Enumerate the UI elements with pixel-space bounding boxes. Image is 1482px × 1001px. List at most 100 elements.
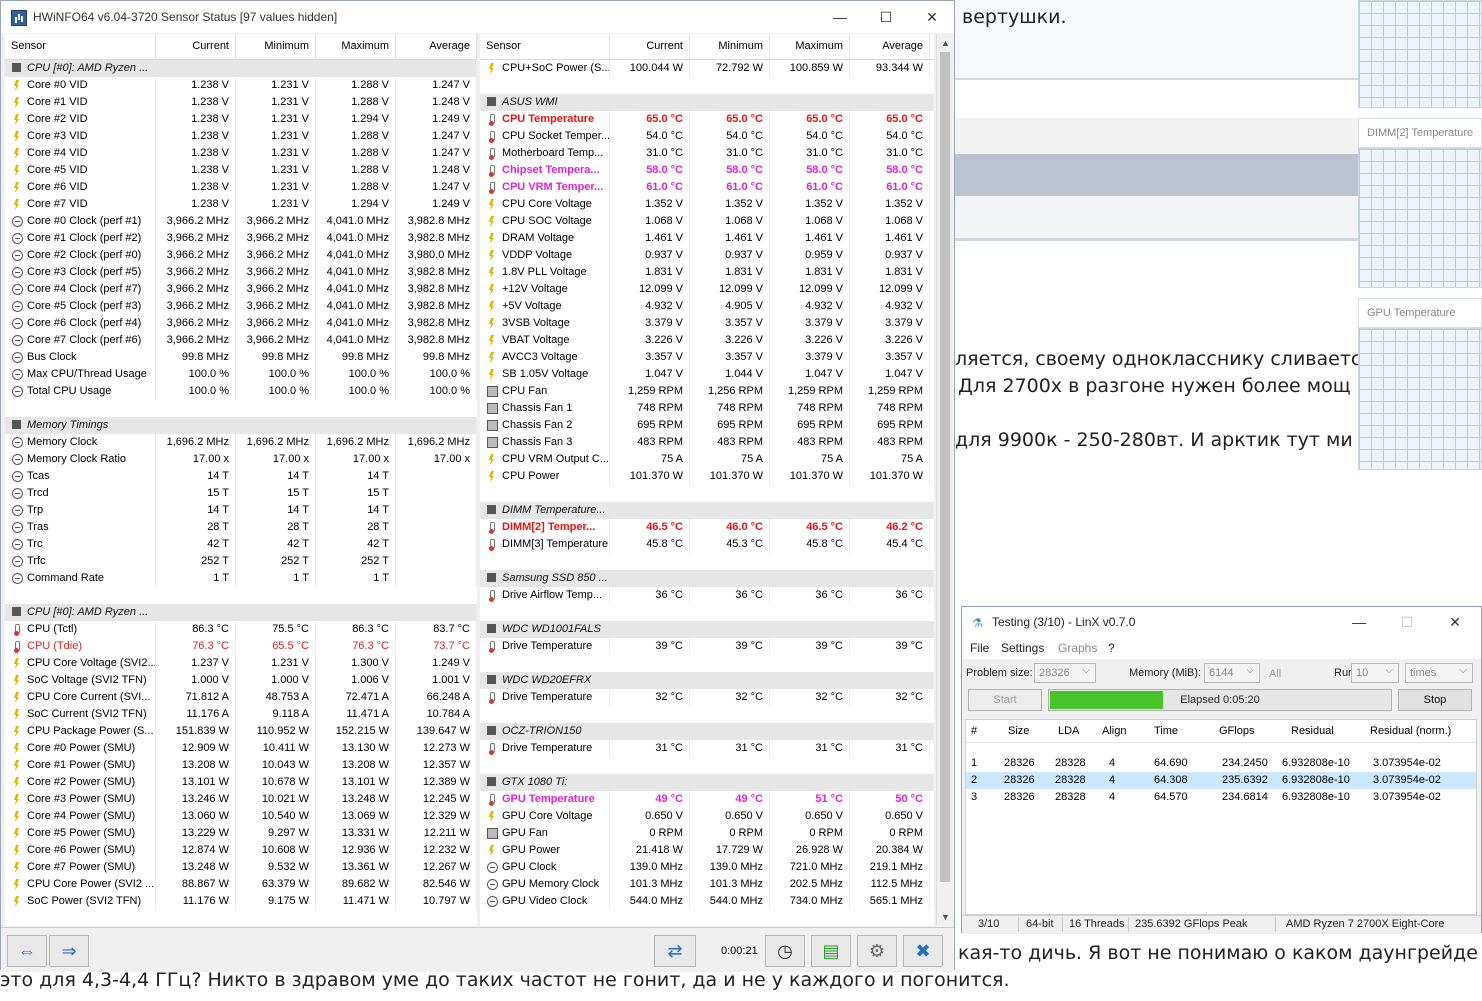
minimize-button[interactable]: — (1336, 607, 1382, 637)
sensor-row[interactable]: Core #5 VID 1.238 V 1.231 V 1.288 V 1.248 V (5, 162, 477, 179)
sensor-row[interactable]: Trc 42 T 42 T 42 T (5, 536, 477, 553)
sensor-group-row[interactable]: CPU [#0]: AMD Ryzen ... (5, 604, 477, 621)
sensor-row[interactable]: Core #0 Power (SMU) 12.909 W 10.411 W 13.13… (5, 740, 477, 757)
sensor-row[interactable]: Core #4 VID 1.238 V 1.231 V 1.288 V 1.247 V (5, 145, 477, 162)
sensor-row[interactable]: GPU Temperature 49 °C 49 °C 51 °C 50 °C (480, 791, 934, 808)
sensor-group-row[interactable]: WDC WD20EFRX (480, 672, 934, 689)
close-button[interactable]: ✕ (1432, 607, 1478, 637)
sensor-group-row[interactable]: OCZ-TRION150 (480, 723, 934, 740)
column-header-size[interactable]: Size (1008, 720, 1029, 742)
column-header-current[interactable]: Current (156, 34, 236, 59)
column-header-time[interactable]: Time (1154, 720, 1178, 742)
sensor-row[interactable]: CPU Core Voltage (SVI2... 1.237 V 1.231 V1… (5, 655, 477, 672)
sensor-row[interactable]: GPU Memory Clock 101.3 MHz 101.3 MHz 202.5 … (480, 876, 934, 893)
scroll-up-arrow-icon[interactable]: ▲ (941, 38, 950, 48)
table-row[interactable]: 2 28326 28328 4 64.308 235.6392 6.932808e-10 3.… (966, 772, 1476, 789)
sensor-row[interactable]: Core #1 VID 1.238 V 1.231 V 1.288 V 1.248 V (5, 94, 477, 111)
sensor-group-row[interactable]: Samsung SSD 850 ... (480, 570, 934, 587)
clock-reset-button[interactable]: ◷ (765, 935, 805, 967)
sensor-row[interactable]: DIMM[2] Temper... 46.5 °C 46.0 °C 46.5 °C 46… (480, 519, 934, 536)
add-log-button[interactable]: ▤ (811, 935, 851, 967)
sensor-row[interactable]: +5V Voltage 4.932 V 4.905 V 4.932 V 4.932 V (480, 298, 934, 315)
sensor-row[interactable]: Tras 28 T 28 T 28 T (5, 519, 477, 536)
sensor-row[interactable]: Core #3 Clock (perf #5) 3,966.2 MHz 3,966.… (5, 264, 477, 281)
sensor-row[interactable]: Core #3 Power (SMU) 13.246 W 10.021 W 13.24… (5, 791, 477, 808)
table-row[interactable]: 3 28326 28328 4 64.570 234.6814 6.932808e-10 3.… (966, 789, 1476, 806)
sensor-row[interactable]: Core #4 Clock (perf #7) 3,966.2 MHz 3,966.… (5, 281, 477, 298)
sensor-row[interactable]: CPU Package Power (S... 151.839 W 110.952 … (5, 723, 477, 740)
sensor-row[interactable]: Core #1 Clock (perf #2) 3,966.2 MHz 3,966.… (5, 230, 477, 247)
sensor-row[interactable]: Chassis Fan 1 748 RPM 748 RPM 748 RPM 748 RP… (480, 400, 934, 417)
sensor-row[interactable]: Chipset Tempera... 58.0 °C 58.0 °C 58.0 °C 5… (480, 162, 934, 179)
sensor-row[interactable]: Core #2 VID 1.238 V 1.231 V 1.294 V 1.249 V (5, 111, 477, 128)
sensor-row[interactable]: Core #6 VID 1.238 V 1.231 V 1.288 V 1.247 V (5, 179, 477, 196)
sensor-row[interactable]: GPU Fan 0 RPM 0 RPM 0 RPM 0 RPM (480, 825, 934, 842)
sensor-row[interactable]: Trp 14 T 14 T 14 T (5, 502, 477, 519)
sensor-row[interactable]: DIMM[3] Temperature 45.8 °C 45.3 °C 45.8 °C… (480, 536, 934, 553)
sensor-row[interactable]: Core #5 Power (SMU) 13.229 W 9.297 W 13.331… (5, 825, 477, 842)
sensor-row[interactable]: 1.8V PLL Voltage 1.831 V 1.831 V 1.831 V 1.8… (480, 264, 934, 281)
sensor-row[interactable]: Command Rate 1 T1 T1 T (5, 570, 477, 587)
maximize-button[interactable]: ☐ (863, 1, 909, 33)
sensor-row[interactable]: CPU Temperature 65.0 °C 65.0 °C 65.0 °C 65.0… (480, 111, 934, 128)
column-header-minimum[interactable]: Minimum (690, 34, 770, 59)
sensor-row[interactable]: CPU Fan 1,259 RPM 1,256 RPM 1,259 RPM 1,259 … (480, 383, 934, 400)
scrollbar-thumb[interactable] (940, 52, 950, 882)
column-header-gflops[interactable]: GFlops (1219, 720, 1254, 742)
sensor-group-row[interactable]: WDC WD1001FALS (480, 621, 934, 638)
column-header-residual[interactable]: Residual (1291, 720, 1334, 742)
sensor-group-row[interactable]: CPU [#0]: AMD Ryzen ... (5, 60, 477, 77)
table-row[interactable]: 1 28326 28328 4 64.690 234.2450 6.932808e-10 3.… (966, 755, 1476, 772)
sensor-row[interactable]: SoC Power (SVI2 TFN) 11.176 W 9.175 W 11.47… (5, 893, 477, 910)
sensor-row[interactable]: AVCC3 Voltage 3.357 V 3.357 V 3.379 V 3.357 … (480, 349, 934, 366)
scroll-down-arrow-icon[interactable]: ▼ (941, 912, 950, 922)
sensor-row[interactable]: Core #2 Clock (perf #0) 3,966.2 MHz 3,966.… (5, 247, 477, 264)
sensor-row[interactable]: Drive Airflow Temp... 36 °C 36 °C 36 °C 36 °… (480, 587, 934, 604)
sensor-row[interactable]: Memory Clock 1,696.2 MHz 1,696.2 MHz 1,696.… (5, 434, 477, 451)
sensor-row[interactable]: GPU Clock 139.0 MHz 139.0 MHz 721.0 MHz 219.… (480, 859, 934, 876)
sensor-row[interactable]: Motherboard Temp... 31.0 °C 31.0 °C 31.0 °C… (480, 145, 934, 162)
column-header-maximum[interactable]: Maximum (316, 34, 396, 59)
column-header-sensor[interactable]: Sensor (5, 34, 156, 59)
sensor-row[interactable]: Core #7 Clock (perf #6) 3,966.2 MHz 3,966.… (5, 332, 477, 349)
sensor-row[interactable]: Core #5 Clock (perf #3) 3,966.2 MHz 3,966.… (5, 298, 477, 315)
network-button[interactable]: ⇄ (654, 935, 696, 967)
sensor-row[interactable]: CPU Core Voltage 1.352 V 1.352 V 1.352 V 1.3… (480, 196, 934, 213)
sensor-row[interactable]: Chassis Fan 2 695 RPM 695 RPM 695 RPM 695 RP… (480, 417, 934, 434)
sensor-row[interactable]: SoC Voltage (SVI2 TFN) 1.000 V 1.000 V 1.00… (5, 672, 477, 689)
sensor-row[interactable]: Max CPU/Thread Usage 100.0 % 100.0 % 100.0 … (5, 366, 477, 383)
menu-file[interactable]: File (970, 641, 989, 655)
sensor-row[interactable]: SoC Current (SVI2 TFN) 11.176 A 9.118 A 11.… (5, 706, 477, 723)
column-header-index[interactable]: # (971, 720, 977, 742)
column-header-average[interactable]: Average (850, 34, 930, 59)
settings-button[interactable]: ⚙ (857, 935, 897, 967)
sensor-row[interactable]: SB 1.05V Voltage 1.047 V 1.044 V 1.047 V 1.0… (480, 366, 934, 383)
menu-help[interactable]: ? (1108, 641, 1115, 655)
column-header-lda[interactable]: LDA (1058, 720, 1079, 742)
sensor-row[interactable]: GPU Power 21.418 W 17.729 W 26.928 W 20.384 … (480, 842, 934, 859)
expand-arrows-button[interactable]: ⇒ (49, 935, 89, 967)
sensor-row[interactable]: CPU Core Current (SVI... 71.812 A 48.753 A… (5, 689, 477, 706)
collapse-arrows-button[interactable]: ⇔ (7, 935, 47, 967)
sensor-row[interactable]: DRAM Voltage 1.461 V 1.461 V 1.461 V 1.461 V (480, 230, 934, 247)
sensor-row[interactable]: CPU (Tctl) 86.3 °C 75.5 °C 86.3 °C 83.7 °C (5, 621, 477, 638)
sensor-row[interactable]: Drive Temperature 32 °C 32 °C 32 °C 32 °C (480, 689, 934, 706)
sensor-row[interactable]: Core #7 Power (SMU) 13.248 W 9.532 W 13.361… (5, 859, 477, 876)
sensor-row[interactable]: Trfc 252 T 252 T 252 T (5, 553, 477, 570)
menu-settings[interactable]: Settings (1001, 641, 1044, 655)
column-header-align[interactable]: Align (1102, 720, 1126, 742)
sensor-row[interactable]: VDDP Voltage 0.937 V 0.937 V 0.959 V 0.937 V (480, 247, 934, 264)
sensor-row[interactable]: Core #6 Power (SMU) 12.874 W 10.608 W 12.93… (5, 842, 477, 859)
sensor-row[interactable]: 3VSB Voltage 3.379 V 3.357 V 3.379 V 3.379 V (480, 315, 934, 332)
sensor-pane-right[interactable]: Sensor Current Minimum Maximum Average C… (480, 34, 934, 926)
sensor-row[interactable]: Drive Temperature 31 °C 31 °C 31 °C 31 °C (480, 740, 934, 757)
sensor-row[interactable]: Core #4 Power (SMU) 13.060 W 10.540 W 13.06… (5, 808, 477, 825)
sensor-row[interactable]: Core #0 VID 1.238 V 1.231 V 1.288 V 1.247 V (5, 77, 477, 94)
column-header-average[interactable]: Average (396, 34, 477, 59)
sensor-row[interactable]: Total CPU Usage 100.0 % 100.0 % 100.0 % 100.… (5, 383, 477, 400)
sensor-row[interactable]: CPU VRM Output C... 75 A 75 A 75 A 75 A (480, 451, 934, 468)
sensor-row[interactable]: CPU Core Power (SVI2 ... 88.867 W 63.379 W… (5, 876, 477, 893)
sensor-row[interactable]: GPU Video Clock 544.0 MHz 544.0 MHz 734.0 M… (480, 893, 934, 910)
sensor-group-row[interactable]: GTX 1080 Ti: (480, 774, 934, 791)
sensor-row[interactable]: Tcas 14 T 14 T 14 T (5, 468, 477, 485)
